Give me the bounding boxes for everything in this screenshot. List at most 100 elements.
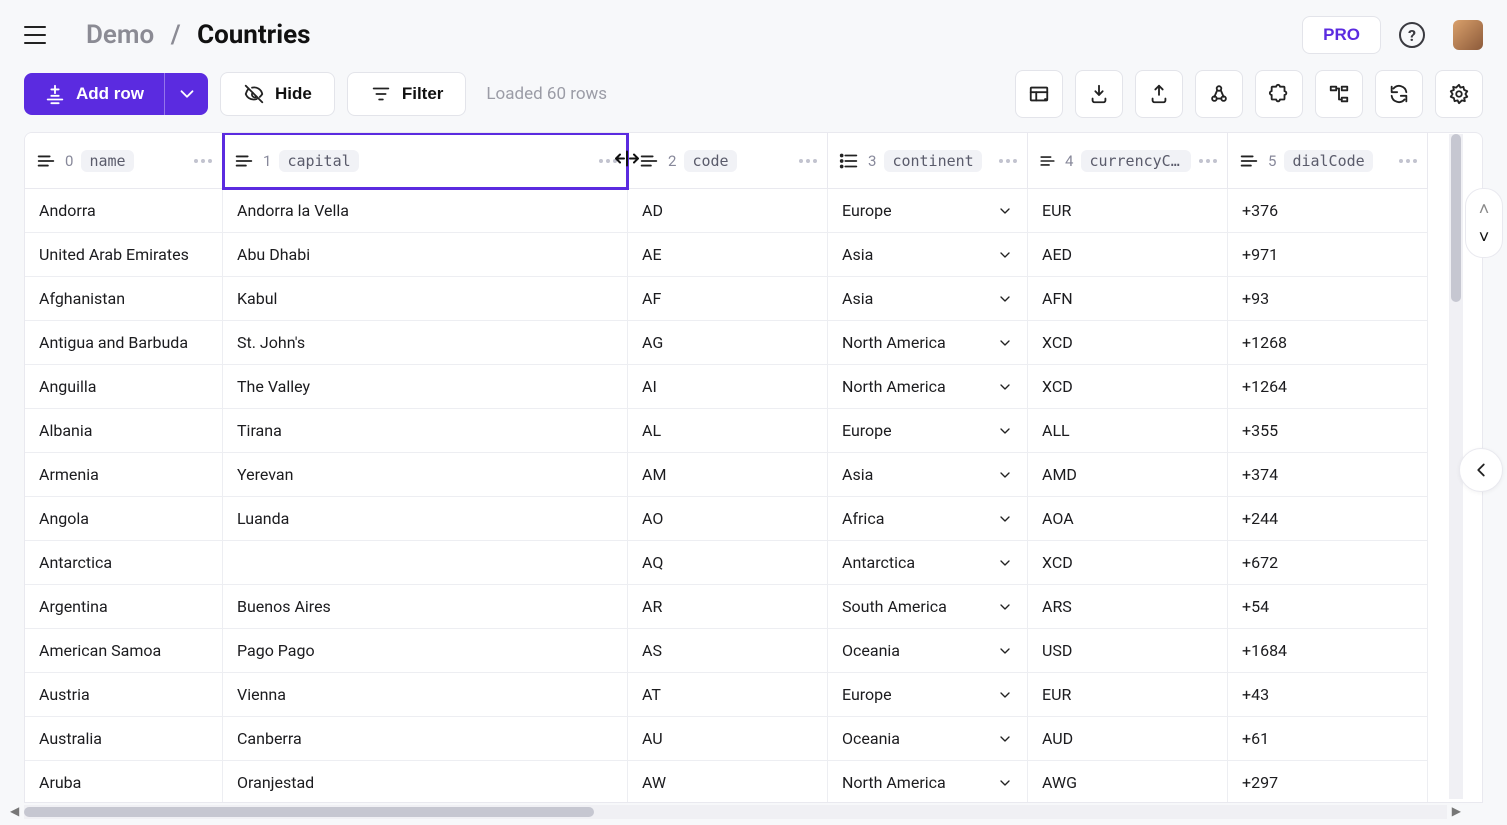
horizontal-scrollbar[interactable]: ◀ ▶: [24, 805, 1447, 819]
cell-name[interactable]: Armenia: [25, 453, 223, 497]
settings-button[interactable]: [1435, 70, 1483, 118]
cell-capital[interactable]: Vienna: [223, 673, 628, 717]
cell-name[interactable]: United Arab Emirates: [25, 233, 223, 277]
cell-code[interactable]: AR: [628, 585, 828, 629]
cell-currencyCode[interactable]: ARS: [1028, 585, 1228, 629]
cell-capital[interactable]: Kabul: [223, 277, 628, 321]
cell-continent[interactable]: North America: [828, 365, 1028, 409]
cell-currencyCode[interactable]: XCD: [1028, 365, 1228, 409]
cell-continent[interactable]: Asia: [828, 233, 1028, 277]
plugins-button[interactable]: [1255, 70, 1303, 118]
next-row-button[interactable]: ˅: [1470, 223, 1498, 251]
filter-button[interactable]: Filter: [347, 72, 467, 116]
cell-dialCode[interactable]: +355: [1228, 409, 1428, 453]
cell-code[interactable]: AF: [628, 277, 828, 321]
breadcrumb-current[interactable]: Countries: [197, 20, 310, 50]
cell-capital[interactable]: Yerevan: [223, 453, 628, 497]
webhooks-button[interactable]: [1195, 70, 1243, 118]
cell-dialCode[interactable]: +43: [1228, 673, 1428, 717]
cell-dialCode[interactable]: +54: [1228, 585, 1428, 629]
cell-dialCode[interactable]: +376: [1228, 189, 1428, 233]
column-header-code[interactable]: 2code: [628, 133, 828, 189]
cell-currencyCode[interactable]: AOA: [1028, 497, 1228, 541]
scroll-left-arrow[interactable]: ◀: [10, 804, 19, 818]
cell-name[interactable]: Antarctica: [25, 541, 223, 585]
menu-icon[interactable]: [24, 26, 46, 44]
cell-name[interactable]: Albania: [25, 409, 223, 453]
cell-code[interactable]: AO: [628, 497, 828, 541]
export-button[interactable]: [1135, 70, 1183, 118]
cell-code[interactable]: AG: [628, 321, 828, 365]
hide-button[interactable]: Hide: [220, 72, 335, 116]
cell-capital[interactable]: Abu Dhabi: [223, 233, 628, 277]
cell-capital[interactable]: Buenos Aires: [223, 585, 628, 629]
cell-currencyCode[interactable]: XCD: [1028, 541, 1228, 585]
cell-continent[interactable]: North America: [828, 761, 1028, 803]
cell-dialCode[interactable]: +93: [1228, 277, 1428, 321]
cell-continent[interactable]: Africa: [828, 497, 1028, 541]
cell-currencyCode[interactable]: AUD: [1028, 717, 1228, 761]
cell-capital[interactable]: Luanda: [223, 497, 628, 541]
cell-continent[interactable]: Asia: [828, 277, 1028, 321]
cell-currencyCode[interactable]: AMD: [1028, 453, 1228, 497]
sync-button[interactable]: [1375, 70, 1423, 118]
cell-continent[interactable]: Oceania: [828, 717, 1028, 761]
cell-name[interactable]: Argentina: [25, 585, 223, 629]
column-menu-icon[interactable]: [799, 159, 817, 163]
cell-dialCode[interactable]: +1264: [1228, 365, 1428, 409]
view-config-button[interactable]: [1015, 70, 1063, 118]
cell-currencyCode[interactable]: XCD: [1028, 321, 1228, 365]
add-row-dropdown[interactable]: [164, 73, 208, 115]
cell-currencyCode[interactable]: USD: [1028, 629, 1228, 673]
import-button[interactable]: [1075, 70, 1123, 118]
cell-capital[interactable]: Canberra: [223, 717, 628, 761]
column-header-name[interactable]: 0name: [25, 133, 223, 189]
cell-dialCode[interactable]: +1268: [1228, 321, 1428, 365]
cell-name[interactable]: Australia: [25, 717, 223, 761]
cell-continent[interactable]: Oceania: [828, 629, 1028, 673]
cell-code[interactable]: AS: [628, 629, 828, 673]
schema-button[interactable]: [1315, 70, 1363, 118]
cell-code[interactable]: AQ: [628, 541, 828, 585]
cell-capital[interactable]: Tirana: [223, 409, 628, 453]
column-header-continent[interactable]: 3continent: [828, 133, 1028, 189]
cell-dialCode[interactable]: +374: [1228, 453, 1428, 497]
add-row-button[interactable]: Add row: [24, 73, 164, 115]
cell-capital[interactable]: Oranjestad: [223, 761, 628, 803]
collapse-panel-button[interactable]: [1459, 448, 1503, 492]
cell-code[interactable]: AT: [628, 673, 828, 717]
cell-dialCode[interactable]: +61: [1228, 717, 1428, 761]
upgrade-pro-button[interactable]: PRO: [1302, 16, 1381, 54]
cell-code[interactable]: AD: [628, 189, 828, 233]
cell-continent[interactable]: Europe: [828, 409, 1028, 453]
cell-capital[interactable]: [223, 541, 628, 585]
cell-code[interactable]: AE: [628, 233, 828, 277]
help-icon[interactable]: ?: [1399, 22, 1425, 48]
cell-continent[interactable]: Europe: [828, 673, 1028, 717]
cell-name[interactable]: Anguilla: [25, 365, 223, 409]
cell-dialCode[interactable]: +1684: [1228, 629, 1428, 673]
prev-row-button[interactable]: ˄: [1470, 195, 1498, 223]
column-menu-icon[interactable]: [999, 159, 1017, 163]
cell-continent[interactable]: North America: [828, 321, 1028, 365]
cell-dialCode[interactable]: +672: [1228, 541, 1428, 585]
column-header-dialCode[interactable]: 5dialCode: [1228, 133, 1428, 189]
cell-currencyCode[interactable]: EUR: [1028, 189, 1228, 233]
cell-name[interactable]: Antigua and Barbuda: [25, 321, 223, 365]
cell-capital[interactable]: The Valley: [223, 365, 628, 409]
cell-code[interactable]: AL: [628, 409, 828, 453]
cell-name[interactable]: Aruba: [25, 761, 223, 803]
cell-dialCode[interactable]: +971: [1228, 233, 1428, 277]
cell-currencyCode[interactable]: ALL: [1028, 409, 1228, 453]
cell-name[interactable]: American Samoa: [25, 629, 223, 673]
column-menu-icon[interactable]: [1399, 159, 1417, 163]
cell-name[interactable]: Austria: [25, 673, 223, 717]
column-menu-icon[interactable]: [194, 159, 212, 163]
column-header-capital[interactable]: 1capital: [223, 133, 628, 189]
cell-currencyCode[interactable]: AFN: [1028, 277, 1228, 321]
avatar[interactable]: [1453, 20, 1483, 50]
cell-capital[interactable]: Andorra la Vella: [223, 189, 628, 233]
cell-code[interactable]: AM: [628, 453, 828, 497]
cell-currencyCode[interactable]: AED: [1028, 233, 1228, 277]
cell-name[interactable]: Angola: [25, 497, 223, 541]
